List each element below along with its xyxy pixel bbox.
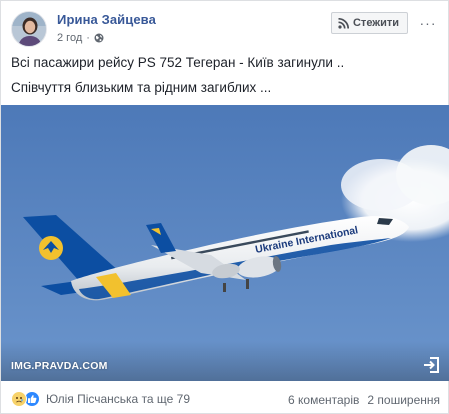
engagement-counts: 6 коментарів 2 поширення bbox=[288, 393, 440, 407]
author-name[interactable]: Ирина Зайцева bbox=[57, 12, 156, 27]
sad-reaction-icon bbox=[11, 391, 27, 407]
more-options-icon[interactable]: ··· bbox=[418, 14, 438, 32]
rss-icon bbox=[338, 17, 349, 29]
follow-label: Стежити bbox=[352, 17, 399, 29]
post-header: Ирина Зайцева 2 год · Стежити ··· bbox=[11, 9, 438, 49]
post-text-line-1: Всі пасажири рейсу PS 752 Тегеран - Київ… bbox=[11, 55, 345, 70]
post-footer: Юлія Пісчанська та ще 79 6 коментарів 2 … bbox=[1, 382, 449, 414]
post-time[interactable]: 2 год bbox=[57, 32, 82, 44]
follow-button[interactable]: Стежити bbox=[330, 12, 408, 34]
shares-count[interactable]: 2 поширення bbox=[367, 393, 440, 407]
post-text: Всі пасажири рейсу PS 752 Тегеран - Київ… bbox=[11, 54, 441, 104]
globe-icon bbox=[94, 33, 104, 43]
post-text-line-2: Співчуття близьким та рідним загиблих ..… bbox=[11, 79, 272, 95]
reactors-text[interactable]: Юлія Пісчанська та ще 79 bbox=[46, 392, 190, 406]
post-photo[interactable]: Ukraine International IMG.PRAVDA.COM bbox=[1, 105, 449, 381]
image-source: IMG.PRAVDA.COM bbox=[11, 360, 108, 372]
reactions-summary[interactable]: Юлія Пісчанська та ще 79 bbox=[11, 391, 190, 407]
open-link-icon[interactable] bbox=[422, 356, 440, 374]
facebook-post: Ирина Зайцева 2 год · Стежити ··· Всі па… bbox=[0, 0, 449, 414]
airplane-image: Ukraine International bbox=[1, 105, 449, 381]
avatar[interactable] bbox=[11, 11, 47, 47]
comments-count[interactable]: 6 коментарів bbox=[288, 393, 359, 407]
post-meta: 2 год · bbox=[57, 32, 104, 44]
